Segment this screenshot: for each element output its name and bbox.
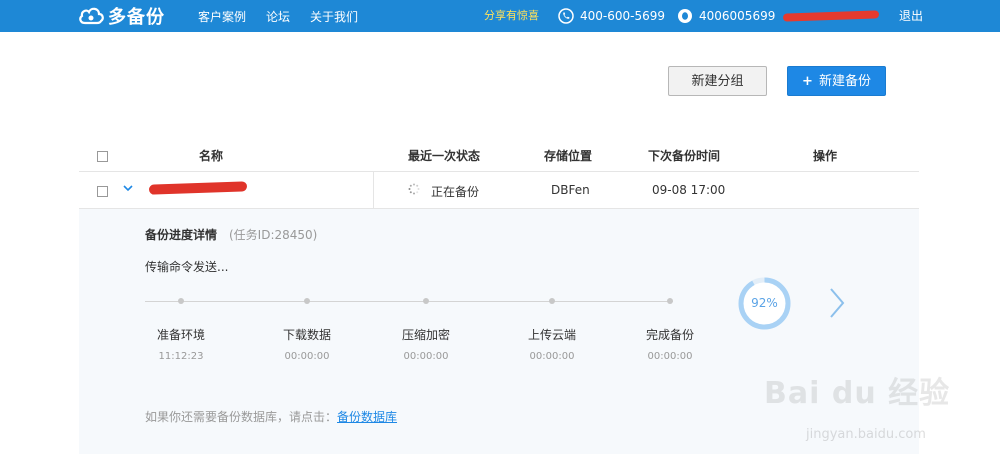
table-row: 正在备份 DBFen 09-08 17:00 [79,172,919,209]
redacted-username [782,10,880,22]
table-header: 名称 最近一次状态 存储位置 下次备份时间 操作 [79,138,919,172]
top-navigation-bar: 多备份 客户案例 论坛 关于我们 分享有惊喜 400-600-5699 4006… [0,0,1000,32]
step-label: 下载数据 [282,328,331,342]
step-label: 压缩加密 [401,328,450,342]
promo-link[interactable]: 分享有惊喜 [484,0,539,32]
row-checkbox[interactable] [97,186,108,197]
progress-track [145,301,673,302]
progress-percent: 92% [751,296,778,310]
phone-icon [558,8,574,24]
step-dot [423,298,429,304]
column-storage: 存储位置 [544,149,593,163]
nav-link-forum[interactable]: 论坛 [266,8,290,25]
step-time: 11:12:23 [158,351,204,362]
redacted-backup-name [148,181,248,195]
logout-link[interactable]: 退出 [899,0,923,32]
progress-title: 备份进度详情 [145,228,218,242]
step-label: 上传云端 [527,328,576,342]
loading-spinner-icon [408,183,420,195]
qq-icon [678,9,692,23]
watermark-url: jingyan.baidu.com [806,427,926,442]
step-dot [304,298,310,304]
logo[interactable]: 多备份 [78,5,165,28]
backup-progress-panel: 备份进度详情 (任务ID:28450) 传输命令发送... 准备环境 11:12… [79,209,919,454]
step-time: 00:00:00 [647,351,693,362]
step-dot [549,298,555,304]
column-actions: 操作 [813,149,838,163]
backup-database-link[interactable]: 备份数据库 [337,410,397,424]
progress-message: 传输命令发送... [145,260,229,274]
step-label: 完成备份 [645,328,694,342]
step-label: 准备环境 [156,328,205,342]
step-dot [667,298,673,304]
logo-text: 多备份 [108,7,165,28]
watermark: Bai du 经验 [764,376,951,411]
column-last-status: 最近一次状态 [408,149,481,163]
chevron-right-icon[interactable] [827,286,847,320]
qq-number: 4006005699 [699,9,776,23]
plus-icon: + [802,74,813,89]
chevron-down-icon[interactable] [122,182,134,197]
row-storage: DBFen [551,183,590,197]
cloud-logo-icon [79,7,104,25]
step-time: 00:00:00 [403,351,449,362]
row-name-cell [79,172,374,208]
column-name: 名称 [199,149,224,163]
step-time: 00:00:00 [529,351,575,362]
task-id: (任务ID:28450) [229,228,318,242]
qq-contact: 4006005699 [677,0,775,32]
step-dot [178,298,184,304]
step-time: 00:00:00 [284,351,330,362]
nav-link-cases[interactable]: 客户案例 [198,8,246,25]
select-all-checkbox[interactable] [97,151,108,162]
new-backup-button[interactable]: + 新建备份 [787,66,886,96]
main-nav: 客户案例 论坛 关于我们 [198,0,378,32]
footer-text: 如果你还需要备份数据库，请点击： [145,410,338,424]
row-next-time: 09-08 17:00 [652,183,726,197]
new-backup-label: 新建备份 [818,74,871,89]
phone-number: 400-600-5699 [580,9,666,23]
new-group-button[interactable]: 新建分组 [668,66,767,96]
column-next-time: 下次备份时间 [648,149,721,163]
phone-contact: 400-600-5699 [558,0,665,32]
nav-link-about[interactable]: 关于我们 [310,8,358,25]
footer-hint: 如果你还需要备份数据库，请点击：备份数据库 [145,408,397,425]
row-status: 正在备份 [431,185,480,199]
